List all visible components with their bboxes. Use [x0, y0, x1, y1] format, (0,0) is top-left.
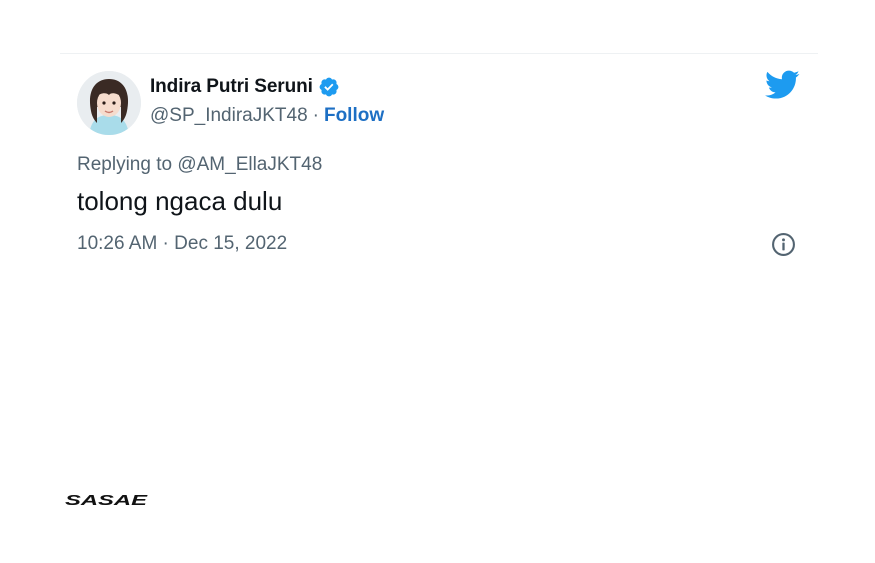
separator-dot: ·: [312, 105, 319, 126]
tweet-text: tolong ngaca dulu: [77, 186, 283, 216]
tweet-card: Indira Putri Seruni @SP_IndiraJKT48 · Fo…: [60, 53, 818, 284]
twitter-bird-icon[interactable]: [765, 70, 800, 100]
tweet-timestamp[interactable]: 10:26 AM · Dec 15, 2022: [77, 233, 287, 255]
watermark-text: SASAE: [65, 492, 149, 509]
avatar-image: [77, 71, 141, 135]
replying-to-text[interactable]: Replying to @AM_EllaJKT48: [77, 154, 322, 176]
profile-avatar[interactable]: [77, 71, 141, 135]
display-name[interactable]: Indira Putri Seruni: [150, 76, 313, 98]
user-handle[interactable]: @SP_IndiraJKT48: [150, 105, 308, 127]
sasae-watermark-logo: SASAE: [63, 490, 149, 510]
info-icon[interactable]: [771, 232, 796, 257]
display-name-row: Indira Putri Seruni: [150, 74, 340, 100]
follow-button[interactable]: Follow: [324, 105, 384, 127]
handle-row: @SP_IndiraJKT48 · Follow: [150, 103, 384, 129]
verified-badge-icon: [318, 76, 340, 98]
